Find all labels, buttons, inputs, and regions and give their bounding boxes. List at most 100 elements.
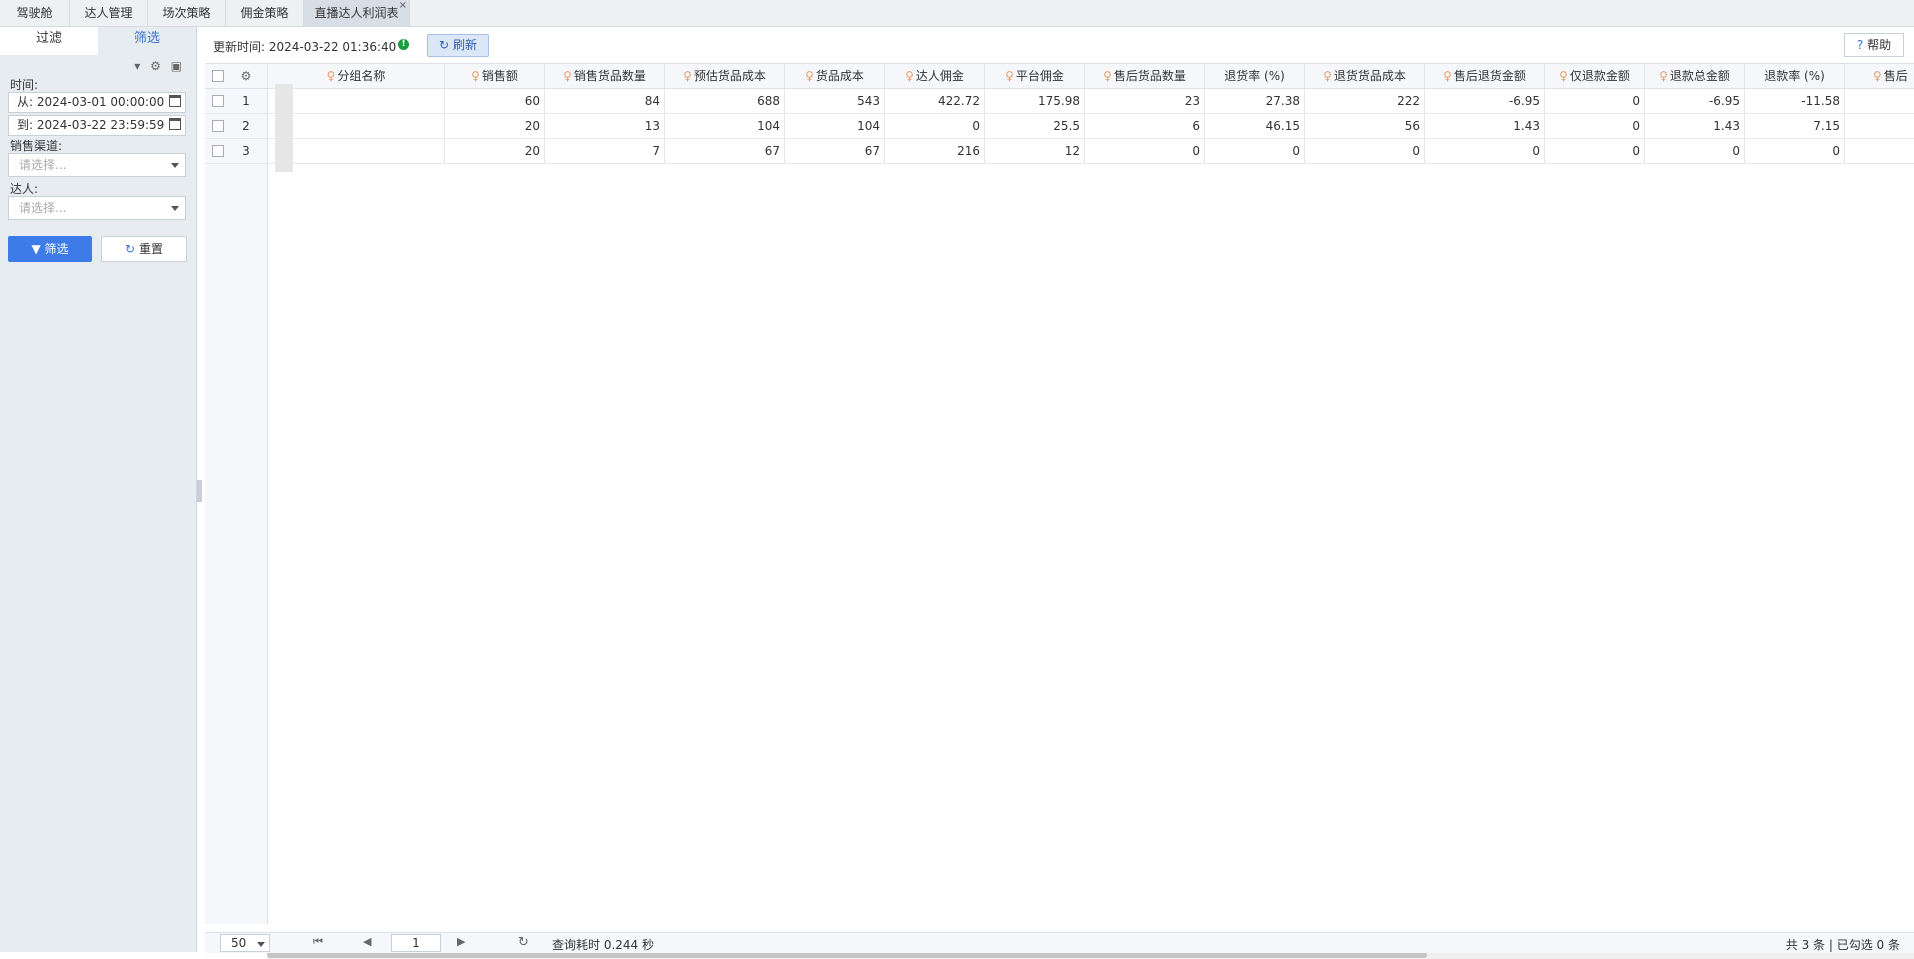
refresh-icon: ↻ (125, 242, 136, 256)
reset-button-label: 重置 (138, 242, 163, 256)
sidebar-tools: ▾ ⚙ ▣ (128, 59, 182, 75)
tab-live-talent-profit[interactable]: 直播达人利润表 × (304, 0, 410, 26)
cell-refund-only-amount: 0 (1545, 139, 1645, 163)
reset-button[interactable]: ↻ 重置 (101, 236, 187, 262)
cell-sales: 20 (445, 114, 545, 138)
row-checkbox[interactable] (212, 95, 224, 107)
help-button[interactable]: ? 帮助 (1844, 33, 1904, 57)
page-number-input[interactable]: 1 (391, 934, 441, 952)
sidebar-tab-filter[interactable]: 过滤 (0, 27, 98, 55)
sidebar-collapse-handle[interactable] (197, 480, 202, 502)
cell-group-name (267, 89, 445, 113)
page-size-select[interactable]: 50 (220, 934, 270, 952)
row-number: 2 (242, 119, 250, 133)
row-number: 1 (242, 94, 250, 108)
reload-icon[interactable]: ↻ (518, 935, 529, 950)
header-group-name[interactable]: ♀ 分组名称 (267, 64, 445, 88)
cell-return-cost: 0 (1305, 139, 1425, 163)
filter-sidebar: 过滤 筛选 ▾ ⚙ ▣ 时间: 从: 2024-03-01 00:00:00 到… (0, 27, 197, 952)
gear-icon[interactable]: ⚙ (235, 64, 257, 88)
calendar-icon[interactable] (169, 118, 181, 130)
save-icon[interactable]: ▣ (171, 59, 182, 73)
bulb-icon: ♀ (1103, 69, 1112, 83)
sidebar-tab-screen[interactable]: 筛选 (98, 27, 196, 55)
select-all-checkbox[interactable] (212, 70, 224, 82)
header-sales[interactable]: ♀ 销售额 (445, 64, 545, 88)
cell-return-rate: 27.38 (1205, 89, 1305, 113)
cell-platform-commission: 12 (985, 139, 1085, 163)
date-to-field[interactable]: 到: 2024-03-22 23:59:59 (8, 115, 186, 136)
cell-aftersale-return-amount: 0 (1425, 139, 1545, 163)
header-return-cost[interactable]: ♀ 退货货品成本 (1305, 64, 1425, 88)
first-page-icon[interactable]: ⏮ (313, 935, 323, 949)
cell-sales: 60 (445, 89, 545, 113)
bulb-icon: ♀ (1873, 69, 1882, 83)
gear-icon[interactable]: ⚙ (150, 59, 161, 73)
tab-session-strategy[interactable]: 场次策略 (148, 0, 226, 26)
header-refund-total[interactable]: ♀ 退款总金额 (1645, 64, 1745, 88)
header-aftersale-more[interactable]: ♀ 售后 (1845, 64, 1914, 88)
date-from-value: 从: 2024-03-01 00:00:00 (17, 95, 165, 109)
tab-talent-management[interactable]: 达人管理 (70, 0, 148, 26)
status-ok-icon: ! (398, 39, 409, 50)
header-refund-rate[interactable]: 退款率 (%) (1745, 64, 1845, 88)
chevron-down-icon (171, 206, 179, 211)
cell-goods-cost: 104 (785, 114, 885, 138)
grid-header-row: ⚙ ♀ 分组名称 ♀ 销售额 ♀ 销售货品数量 ♀ 预估货品成本 ♀ 货品成本 ♀ 达人佣金… (205, 64, 1914, 89)
cell-talent-commission: 0 (885, 114, 985, 138)
header-return-rate[interactable]: 退货率 (%) (1205, 64, 1305, 88)
cell-est-cost: 67 (665, 139, 785, 163)
header-aftersale-return-amount[interactable]: ♀ 售后退货金额 (1425, 64, 1545, 88)
header-platform-commission[interactable]: ♀ 平台佣金 (985, 64, 1085, 88)
cell-group-name (267, 139, 445, 163)
cell-aftersale-more (1845, 114, 1914, 138)
cell-refund-rate: 0 (1745, 139, 1845, 163)
filter-button[interactable]: ▼ 筛选 (8, 236, 92, 262)
cell-group-name (267, 114, 445, 138)
talent-placeholder: 请选择... (19, 201, 67, 215)
help-icon: ? (1856, 38, 1864, 52)
header-goods-cost[interactable]: ♀ 货品成本 (785, 64, 885, 88)
cell-goods-cost: 67 (785, 139, 885, 163)
prev-page-icon[interactable]: ◀ (363, 935, 371, 948)
header-talent-commission[interactable]: ♀ 达人佣金 (885, 64, 985, 88)
chevron-down-icon[interactable]: ▾ (134, 59, 140, 73)
pager: 50 ⏮ ◀ 1 ▶ ↻ 查询耗时 0.244 秒 共 3 条 | 已勾选 0 … (205, 932, 1914, 953)
cell-est-cost: 104 (665, 114, 785, 138)
chevron-down-icon (257, 942, 265, 947)
date-from-field[interactable]: 从: 2024-03-01 00:00:00 (8, 92, 186, 113)
channel-select[interactable]: 请选择... (8, 153, 186, 177)
next-page-icon[interactable]: ▶ (457, 935, 465, 948)
header-aftersale-qty[interactable]: ♀ 售后货品数量 (1085, 64, 1205, 88)
header-refund-only-amount[interactable]: ♀ 仅退款金额 (1545, 64, 1645, 88)
talent-select[interactable]: 请选择... (8, 196, 186, 220)
cell-aftersale-qty: 0 (1085, 139, 1205, 163)
cell-talent-commission: 216 (885, 139, 985, 163)
header-est-cost[interactable]: ♀ 预估货品成本 (665, 64, 785, 88)
sidebar-tabs: 过滤 筛选 (0, 27, 196, 55)
table-row[interactable]: 1 60 84 688 543 422.72 175.98 23 27.38 2… (205, 89, 1914, 114)
cell-refund-rate: 7.15 (1745, 114, 1845, 138)
tab-commission-strategy[interactable]: 佣金策略 (226, 0, 304, 26)
table-row[interactable]: 3 20 7 67 67 216 12 0 0 0 0 0 0 0 (205, 139, 1914, 164)
bulb-icon: ♀ (1443, 69, 1452, 83)
refresh-button[interactable]: ↻ 刷新 (427, 34, 489, 57)
cell-aftersale-qty: 6 (1085, 114, 1205, 138)
row-checkbox[interactable] (212, 120, 224, 132)
close-icon[interactable]: × (399, 0, 407, 19)
calendar-icon[interactable] (169, 95, 181, 107)
refresh-button-label: 刷新 (452, 38, 477, 52)
cell-refund-total: 1.43 (1645, 114, 1745, 138)
time-label: 时间: (10, 78, 39, 92)
row-checkbox[interactable] (212, 145, 224, 157)
cell-platform-commission: 25.5 (985, 114, 1085, 138)
cell-sales-qty: 13 (545, 114, 665, 138)
tab-cockpit[interactable]: 驾驶舱 (0, 0, 70, 26)
cell-sales: 20 (445, 139, 545, 163)
header-sales-qty[interactable]: ♀ 销售货品数量 (545, 64, 665, 88)
table-row[interactable]: 2 20 13 104 104 0 25.5 6 46.15 56 1.43 0… (205, 114, 1914, 139)
cell-est-cost: 688 (665, 89, 785, 113)
page-size-value: 50 (231, 936, 247, 950)
chevron-down-icon (171, 163, 179, 168)
bulb-icon: ♀ (683, 69, 692, 83)
